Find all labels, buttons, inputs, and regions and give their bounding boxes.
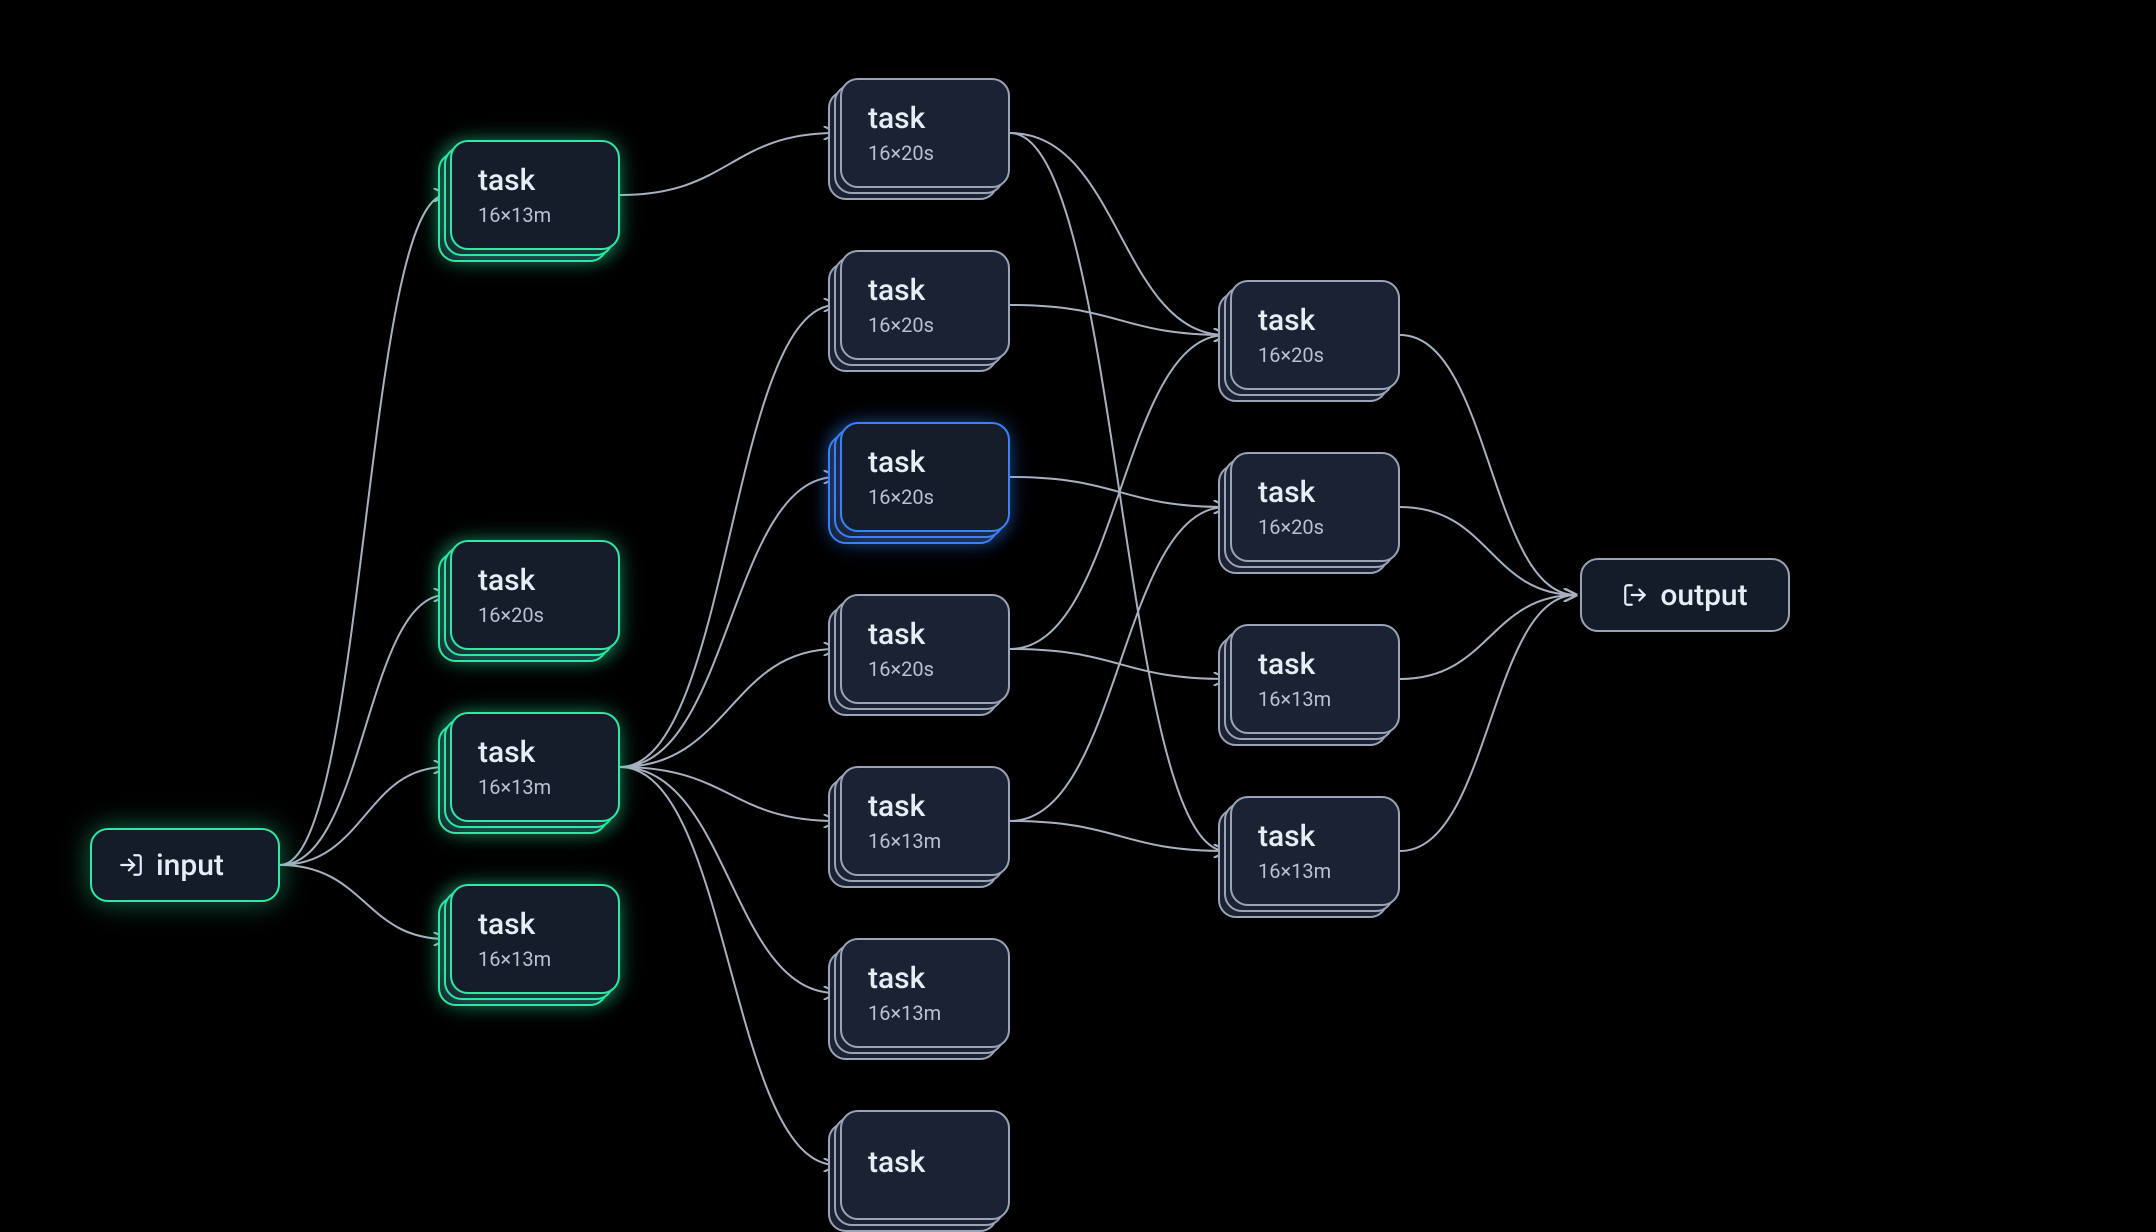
- task-node[interactable]: task 16×20s: [450, 540, 620, 650]
- task-title: task: [1258, 648, 1315, 681]
- task-meta: 16×13m: [1258, 859, 1331, 883]
- task-title: task: [1258, 476, 1315, 509]
- edge: [1010, 507, 1226, 821]
- output-node[interactable]: output: [1580, 558, 1790, 632]
- task-title: task: [868, 102, 925, 135]
- task-title: task: [478, 564, 535, 597]
- input-node[interactable]: input: [90, 828, 280, 902]
- task-title: task: [868, 618, 925, 651]
- task-meta: 16×20s: [868, 485, 934, 509]
- edge: [1010, 649, 1226, 679]
- task-node[interactable]: task 16×13m: [840, 766, 1010, 876]
- task-meta: 16×20s: [868, 657, 934, 681]
- task-title: task: [478, 908, 535, 941]
- edge: [620, 477, 836, 767]
- task-node[interactable]: task 16×13m: [1230, 624, 1400, 734]
- edge: [620, 305, 836, 767]
- task-node[interactable]: task 16×20s: [1230, 280, 1400, 390]
- task-meta: 16×20s: [478, 603, 544, 627]
- edge: [1010, 305, 1226, 335]
- task-node[interactable]: task 16×13m: [450, 140, 620, 250]
- task-title: task: [478, 164, 535, 197]
- edge: [1010, 335, 1226, 649]
- task-title: task: [868, 962, 925, 995]
- edge: [620, 767, 836, 821]
- task-title: task: [1258, 304, 1315, 337]
- task-title: task: [478, 736, 535, 769]
- edge: [280, 767, 446, 865]
- task-title: task: [1258, 820, 1315, 853]
- edge: [1400, 335, 1576, 595]
- task-meta: 16×13m: [478, 947, 551, 971]
- task-node[interactable]: task 16×13m: [450, 712, 620, 822]
- task-meta: 16×13m: [868, 1001, 941, 1025]
- task-node[interactable]: task 16×20s: [840, 422, 1010, 532]
- task-node[interactable]: task 16×13m: [450, 884, 620, 994]
- task-title: task: [868, 446, 925, 479]
- edge: [1010, 821, 1226, 851]
- output-label: output: [1660, 578, 1747, 613]
- edge: [280, 595, 446, 865]
- task-title: task: [868, 274, 925, 307]
- task-node[interactable]: task 16×20s: [840, 78, 1010, 188]
- task-meta: 16×13m: [478, 203, 551, 227]
- edge: [280, 195, 446, 865]
- task-node[interactable]: task: [840, 1110, 1010, 1220]
- task-node[interactable]: task 16×20s: [840, 594, 1010, 704]
- task-node[interactable]: task 16×13m: [1230, 796, 1400, 906]
- task-meta: 16×13m: [868, 829, 941, 853]
- edges-layer: [0, 0, 2156, 1232]
- task-meta: 16×13m: [1258, 687, 1331, 711]
- task-meta: 16×20s: [1258, 515, 1324, 539]
- task-meta: 16×20s: [1258, 343, 1324, 367]
- output-icon: [1622, 582, 1648, 608]
- input-icon: [118, 852, 144, 878]
- task-node[interactable]: task 16×13m: [840, 938, 1010, 1048]
- edge: [1400, 595, 1576, 679]
- edge: [620, 133, 836, 195]
- edge: [1010, 477, 1226, 507]
- edge: [620, 767, 836, 993]
- input-label: input: [156, 848, 224, 883]
- edge: [280, 865, 446, 939]
- edge: [1010, 133, 1226, 335]
- task-node[interactable]: task 16×20s: [840, 250, 1010, 360]
- task-title: task: [868, 1146, 925, 1179]
- task-meta: 16×20s: [868, 141, 934, 165]
- edge: [1400, 507, 1576, 595]
- edge: [620, 649, 836, 767]
- task-node[interactable]: task 16×20s: [1230, 452, 1400, 562]
- task-meta: 16×20s: [868, 313, 934, 337]
- edge: [1400, 595, 1576, 851]
- task-meta: 16×13m: [478, 775, 551, 799]
- edge: [620, 767, 836, 1165]
- task-title: task: [868, 790, 925, 823]
- edge: [1010, 133, 1226, 851]
- diagram-canvas: input output task 16×13m task 16×20s: [0, 0, 2156, 1232]
